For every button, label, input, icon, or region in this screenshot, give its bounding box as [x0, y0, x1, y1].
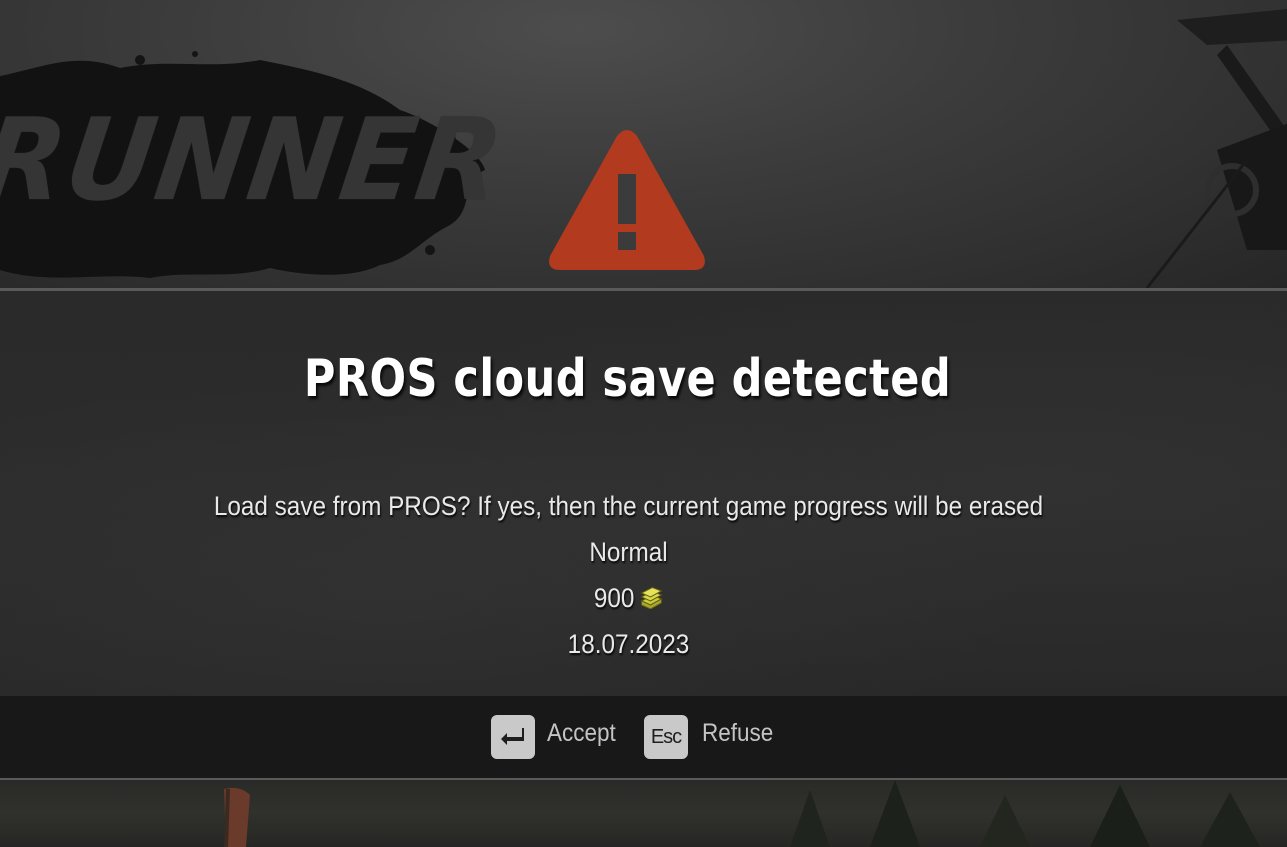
save-difficulty: Normal — [589, 537, 668, 567]
accept-label[interactable]: Accept — [547, 719, 616, 748]
save-money: 900 — [593, 583, 635, 613]
top-backdrop: RUNNER — [0, 0, 1287, 290]
save-date: 18.07.2023 — [567, 629, 690, 659]
refuse-button[interactable]: Esc — [644, 715, 688, 759]
accept-button[interactable] — [491, 715, 535, 759]
machine-silhouette — [1145, 9, 1287, 289]
refuse-label[interactable]: Refuse — [702, 719, 773, 748]
save-money-row: 900 — [63, 583, 1194, 614]
enter-key-icon — [501, 728, 524, 745]
banner-flag-decoration — [224, 787, 250, 847]
dialog-title: PROS cloud save detected — [303, 349, 952, 409]
money-stack-icon — [640, 587, 663, 609]
logo-text: RUNNER — [0, 94, 512, 227]
dialog-message: Load save from PROS? If yes, then the cu… — [213, 491, 1044, 521]
trees-decoration — [790, 780, 1260, 847]
game-screen: RUNNER PROS cloud save detected Load sav… — [0, 0, 1287, 847]
warning-triangle-icon — [549, 130, 705, 270]
